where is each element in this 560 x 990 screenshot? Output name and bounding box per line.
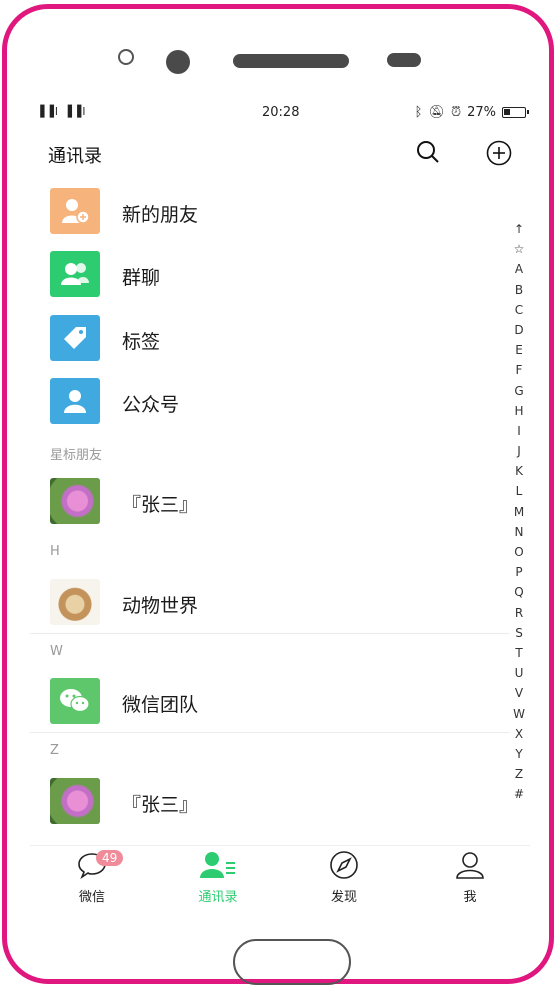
index-letter[interactable]: F [510, 360, 528, 380]
index-letter[interactable]: Q [510, 582, 528, 602]
contact-item[interactable]: 微信团队 [50, 678, 510, 730]
battery-percent: 27% [467, 105, 496, 120]
tab-label: 通讯录 [198, 890, 238, 905]
section-header-z: Z [50, 743, 59, 758]
contact-item[interactable]: 动物世界 [50, 579, 510, 631]
official-accounts-item[interactable]: 公众号 [50, 378, 510, 430]
index-letter[interactable]: B [510, 280, 528, 300]
home-button[interactable] [233, 939, 351, 985]
index-letter[interactable]: ↑ [510, 219, 528, 239]
person-icon [455, 850, 485, 884]
search-icon[interactable] [416, 140, 440, 168]
index-letter[interactable]: Y [510, 744, 528, 764]
bluetooth-icon: ᛒ [414, 105, 423, 120]
avatar [50, 478, 100, 524]
item-label: 新的朋友 [122, 204, 199, 226]
contacts-icon [199, 851, 237, 883]
signal-icon: ▐▐l ▐▐l [36, 105, 87, 118]
status-time: 20:28 [262, 105, 300, 120]
front-camera [118, 49, 134, 65]
earpiece-speaker [233, 54, 349, 68]
unread-badge: 49 [96, 850, 124, 866]
compass-icon [329, 850, 359, 884]
index-letter[interactable]: L [510, 481, 528, 501]
divider [30, 732, 510, 733]
header: 通讯录 [48, 138, 518, 168]
index-letter[interactable]: G [510, 381, 528, 401]
index-letter[interactable]: M [510, 502, 528, 522]
tag-icon [50, 315, 100, 361]
tab-bar: 49 微信 通讯录 发现 我 [30, 845, 530, 914]
contact-name: 『张三』 [122, 494, 199, 516]
avatar [50, 579, 100, 625]
index-letter[interactable]: N [510, 522, 528, 542]
group-chat-item[interactable]: 群聊 [50, 251, 510, 303]
mute-icon: 🔕︎ [428, 105, 445, 120]
divider [30, 633, 510, 634]
index-letter[interactable]: R [510, 603, 528, 623]
tab-contacts[interactable]: 通讯录 [178, 852, 258, 905]
index-letter[interactable]: Z [510, 764, 528, 784]
index-letter[interactable]: I [510, 421, 528, 441]
index-letter[interactable]: A [510, 259, 528, 279]
contact-name: 动物世界 [122, 595, 199, 617]
contact-name: 『张三』 [122, 794, 199, 816]
section-header-h: H [50, 544, 60, 559]
proximity-sensor [387, 53, 421, 67]
tab-label: 我 [463, 890, 477, 905]
section-header-starred: 星标朋友 [50, 448, 103, 463]
status-bar: ▐▐l ▐▐l 20:28 ᛒ 🔕︎ ⏰︎ 27% [36, 105, 529, 125]
index-letter[interactable]: U [510, 663, 528, 683]
contact-item[interactable]: 『张三』 [50, 478, 510, 530]
tab-discover[interactable]: 发现 [304, 850, 384, 905]
index-letter[interactable]: K [510, 461, 528, 481]
contact-item[interactable]: 『张三』 [50, 778, 510, 830]
tab-me[interactable]: 我 [430, 852, 510, 905]
tab-label: 发现 [330, 890, 357, 905]
page-title: 通讯录 [48, 146, 102, 167]
alphabet-index-bar[interactable]: ↑ ☆ A B C D E F G H I J K L M N O P Q R S T U V W X Y Z # [510, 219, 528, 804]
add-icon[interactable] [486, 140, 512, 170]
wechat-icon [50, 678, 100, 724]
index-letter[interactable]: C [510, 300, 528, 320]
tags-item[interactable]: 标签 [50, 315, 510, 367]
contact-name: 微信团队 [122, 694, 199, 716]
group-chat-icon [50, 251, 100, 297]
add-friend-icon [50, 188, 100, 234]
index-letter[interactable]: # [510, 784, 528, 804]
index-letter[interactable]: E [510, 340, 528, 360]
index-letter[interactable]: X [510, 724, 528, 744]
battery-icon [502, 107, 529, 118]
front-camera-lens [166, 50, 190, 74]
new-friends-item[interactable]: 新的朋友 [50, 188, 510, 240]
official-account-icon [50, 378, 100, 424]
index-letter[interactable]: W [510, 704, 528, 724]
item-label: 标签 [122, 331, 161, 353]
section-header-w: W [50, 644, 63, 659]
index-letter[interactable]: H [510, 401, 528, 421]
tab-label: 微信 [78, 890, 105, 905]
avatar [50, 778, 100, 824]
item-label: 公众号 [122, 394, 180, 416]
index-letter[interactable]: T [510, 643, 528, 663]
index-letter[interactable]: O [510, 542, 528, 562]
index-letter[interactable]: S [510, 623, 528, 643]
index-letter[interactable]: J [510, 441, 528, 461]
alarm-icon: ⏰︎ [450, 105, 462, 120]
index-letter[interactable]: P [510, 562, 528, 582]
tab-chats[interactable]: 49 微信 [52, 850, 132, 905]
index-letter[interactable]: D [510, 320, 528, 340]
index-letter[interactable]: ☆ [510, 239, 528, 259]
index-letter[interactable]: V [510, 683, 528, 703]
item-label: 群聊 [122, 267, 161, 289]
